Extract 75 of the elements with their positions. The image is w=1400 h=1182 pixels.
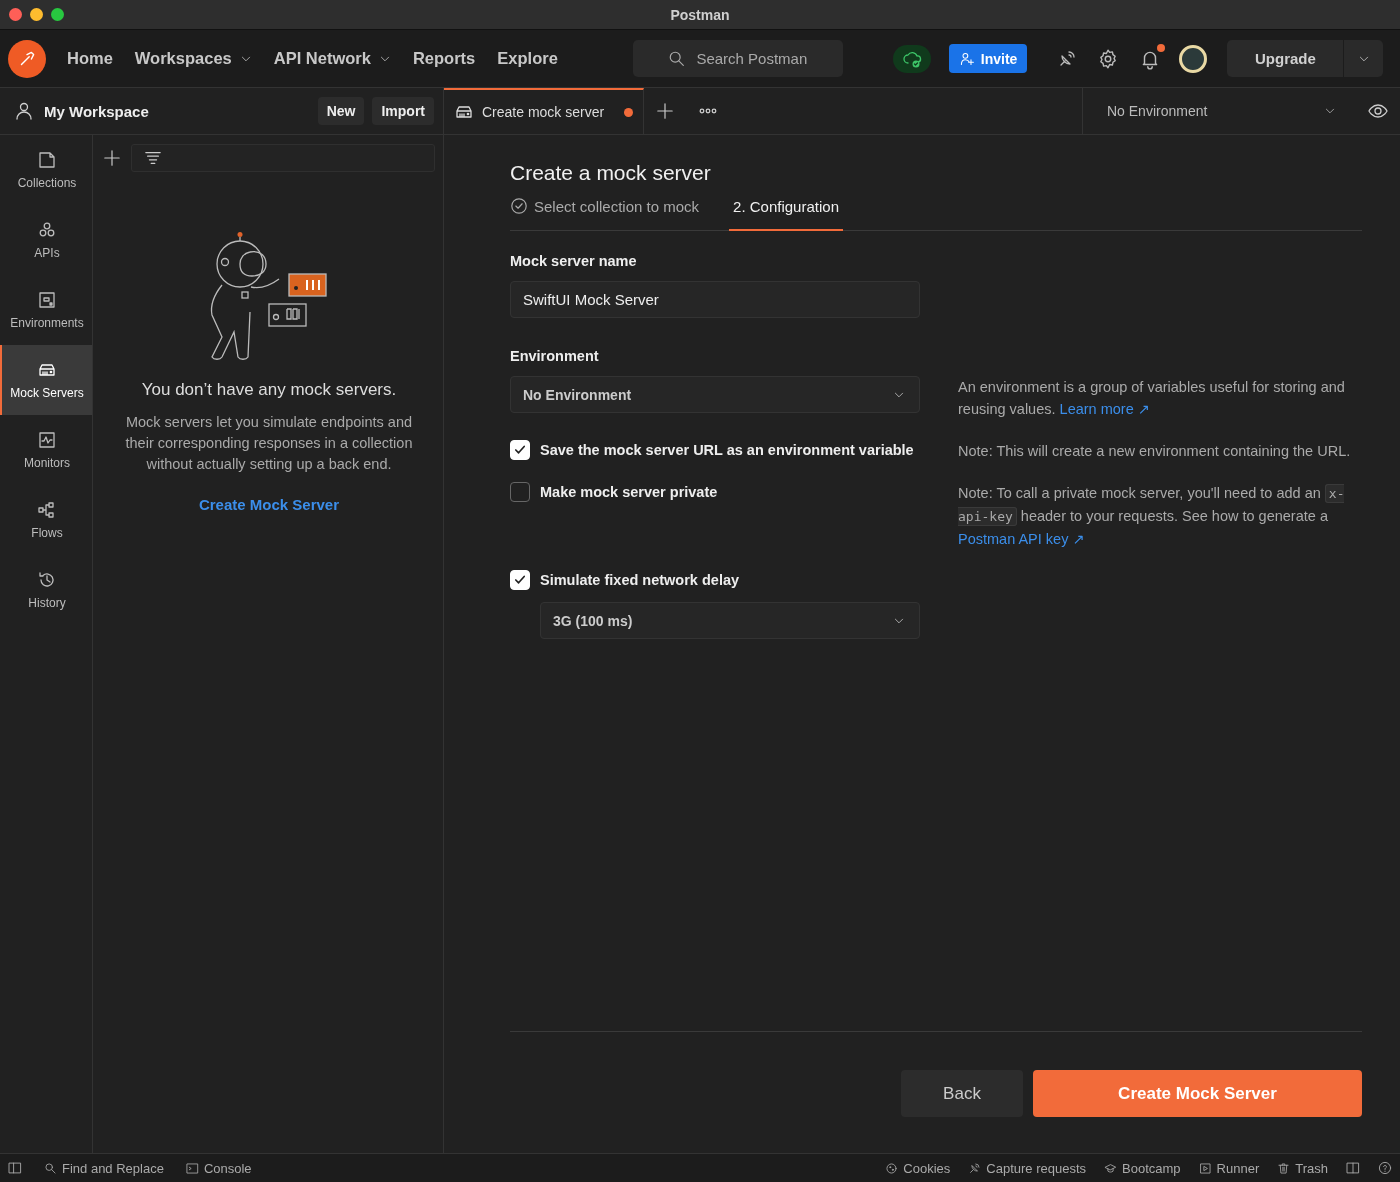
sidebar-item[interactable]: Mock Servers [0,345,92,415]
step-tab[interactable]: 2. Configuration [729,197,843,231]
status-bar-item[interactable]: Bootcamp [1104,1160,1181,1176]
workspace-button[interactable]: New [317,97,365,125]
maximize-window-button[interactable] [51,8,64,21]
close-window-button[interactable] [9,8,22,21]
history-icon [37,570,57,590]
trash-icon [1277,1161,1291,1175]
create-mock-server-link[interactable]: Create Mock Server [192,495,346,514]
monitor-icon [37,430,57,450]
delay-dropdown[interactable]: 3G (100 ms) [540,602,920,639]
field-label: Mock server name [510,253,638,269]
invite-button[interactable]: Invite [948,44,1028,73]
nav-item[interactable]: Reports [405,43,483,74]
logo-icon[interactable] [8,39,46,78]
back-button[interactable]: Back [901,1070,1023,1117]
play-icon [1198,1161,1212,1175]
tab[interactable]: Create mock server [444,88,644,134]
environment-icon [37,290,57,310]
sidebar-item[interactable]: APIs [0,205,92,275]
status-bar-item[interactable]: Runner [1198,1160,1260,1176]
workspace-button[interactable]: Import [372,97,434,125]
empty-state-title: You don’t have any mock servers. [141,380,397,400]
cloud-sync-icon[interactable] [892,44,931,73]
checkbox-label: Simulate fixed network delay [540,571,740,590]
sidebar-item[interactable]: Environments [0,275,92,345]
field-label: Environment [510,348,600,364]
notification-badge [1157,43,1166,52]
help-text: Note: To call a private mock server, you'll need to add an x-api-key header to your requests. See how to generate a Postman API key ↗ [958,483,1346,549]
environment-dropdown[interactable]: No Environment [510,376,920,413]
checkmark-icon [513,443,527,457]
form-title: Create a mock server [510,161,712,185]
search-field[interactable]: Search Postman [632,40,843,77]
name-input[interactable]: SwiftUI Mock Server [510,281,920,318]
status-bar-item[interactable]: Capture requests [968,1160,1087,1176]
minimize-window-button[interactable] [30,8,43,21]
status-bar-item[interactable]: Find and Replace [44,1160,164,1176]
workspace-title: My Workspace [44,102,150,120]
environment-selector[interactable]: No Environment [1082,88,1356,134]
help-link[interactable]: Postman API key ↗ [958,531,1085,547]
cookie-icon [885,1161,899,1175]
search-icon [44,1161,57,1175]
avatar[interactable] [1179,44,1208,73]
nav-item[interactable]: API Network [266,43,398,74]
status-bar-item[interactable]: Cookies [885,1160,951,1176]
checkbox-label: Save the mock server URL as an environment variable [540,441,914,460]
user-icon [14,101,34,121]
step-tab[interactable]: Select collection to mock [510,197,700,231]
status-bar-item[interactable]: Trash [1277,1160,1328,1176]
add-user-icon [958,50,975,67]
help-link[interactable]: Learn more ↗ [1059,401,1150,417]
checkbox[interactable] [510,482,530,502]
sidebar-item[interactable]: Collections [0,135,92,205]
nav-item[interactable]: Home [60,43,120,74]
sidebar-item[interactable]: History [0,555,92,625]
nav-item[interactable]: Explore [490,43,565,74]
satellite-icon [968,1161,982,1175]
filter-icon [144,149,162,167]
sidebar-item[interactable]: Monitors [0,415,92,485]
nav-item[interactable]: Workspaces [127,43,259,74]
help-text: An environment is a group of variables useful for storing and reusing values. Learn more ↗ [958,378,1346,419]
graduation-cap-icon [1104,1161,1118,1175]
console-icon [185,1161,199,1175]
search-icon [668,49,687,68]
filter-field[interactable] [131,144,435,172]
check-circle-icon [510,197,528,215]
checkbox-label: Make mock server private [540,483,718,502]
window-title: Postman [670,6,730,23]
empty-state-text: Mock servers let you simulate endpoints and their corresponding responses in a collection without actually setting up a back end. [124,413,414,474]
help-text: Note: This will create a new environment containing the URL. [958,442,1352,461]
status-bar-item[interactable]: Console [185,1160,252,1176]
folder-icon [37,150,57,170]
sidebar-item[interactable]: Flows [0,485,92,555]
checkmark-icon [513,573,527,587]
flow-icon [37,500,57,520]
